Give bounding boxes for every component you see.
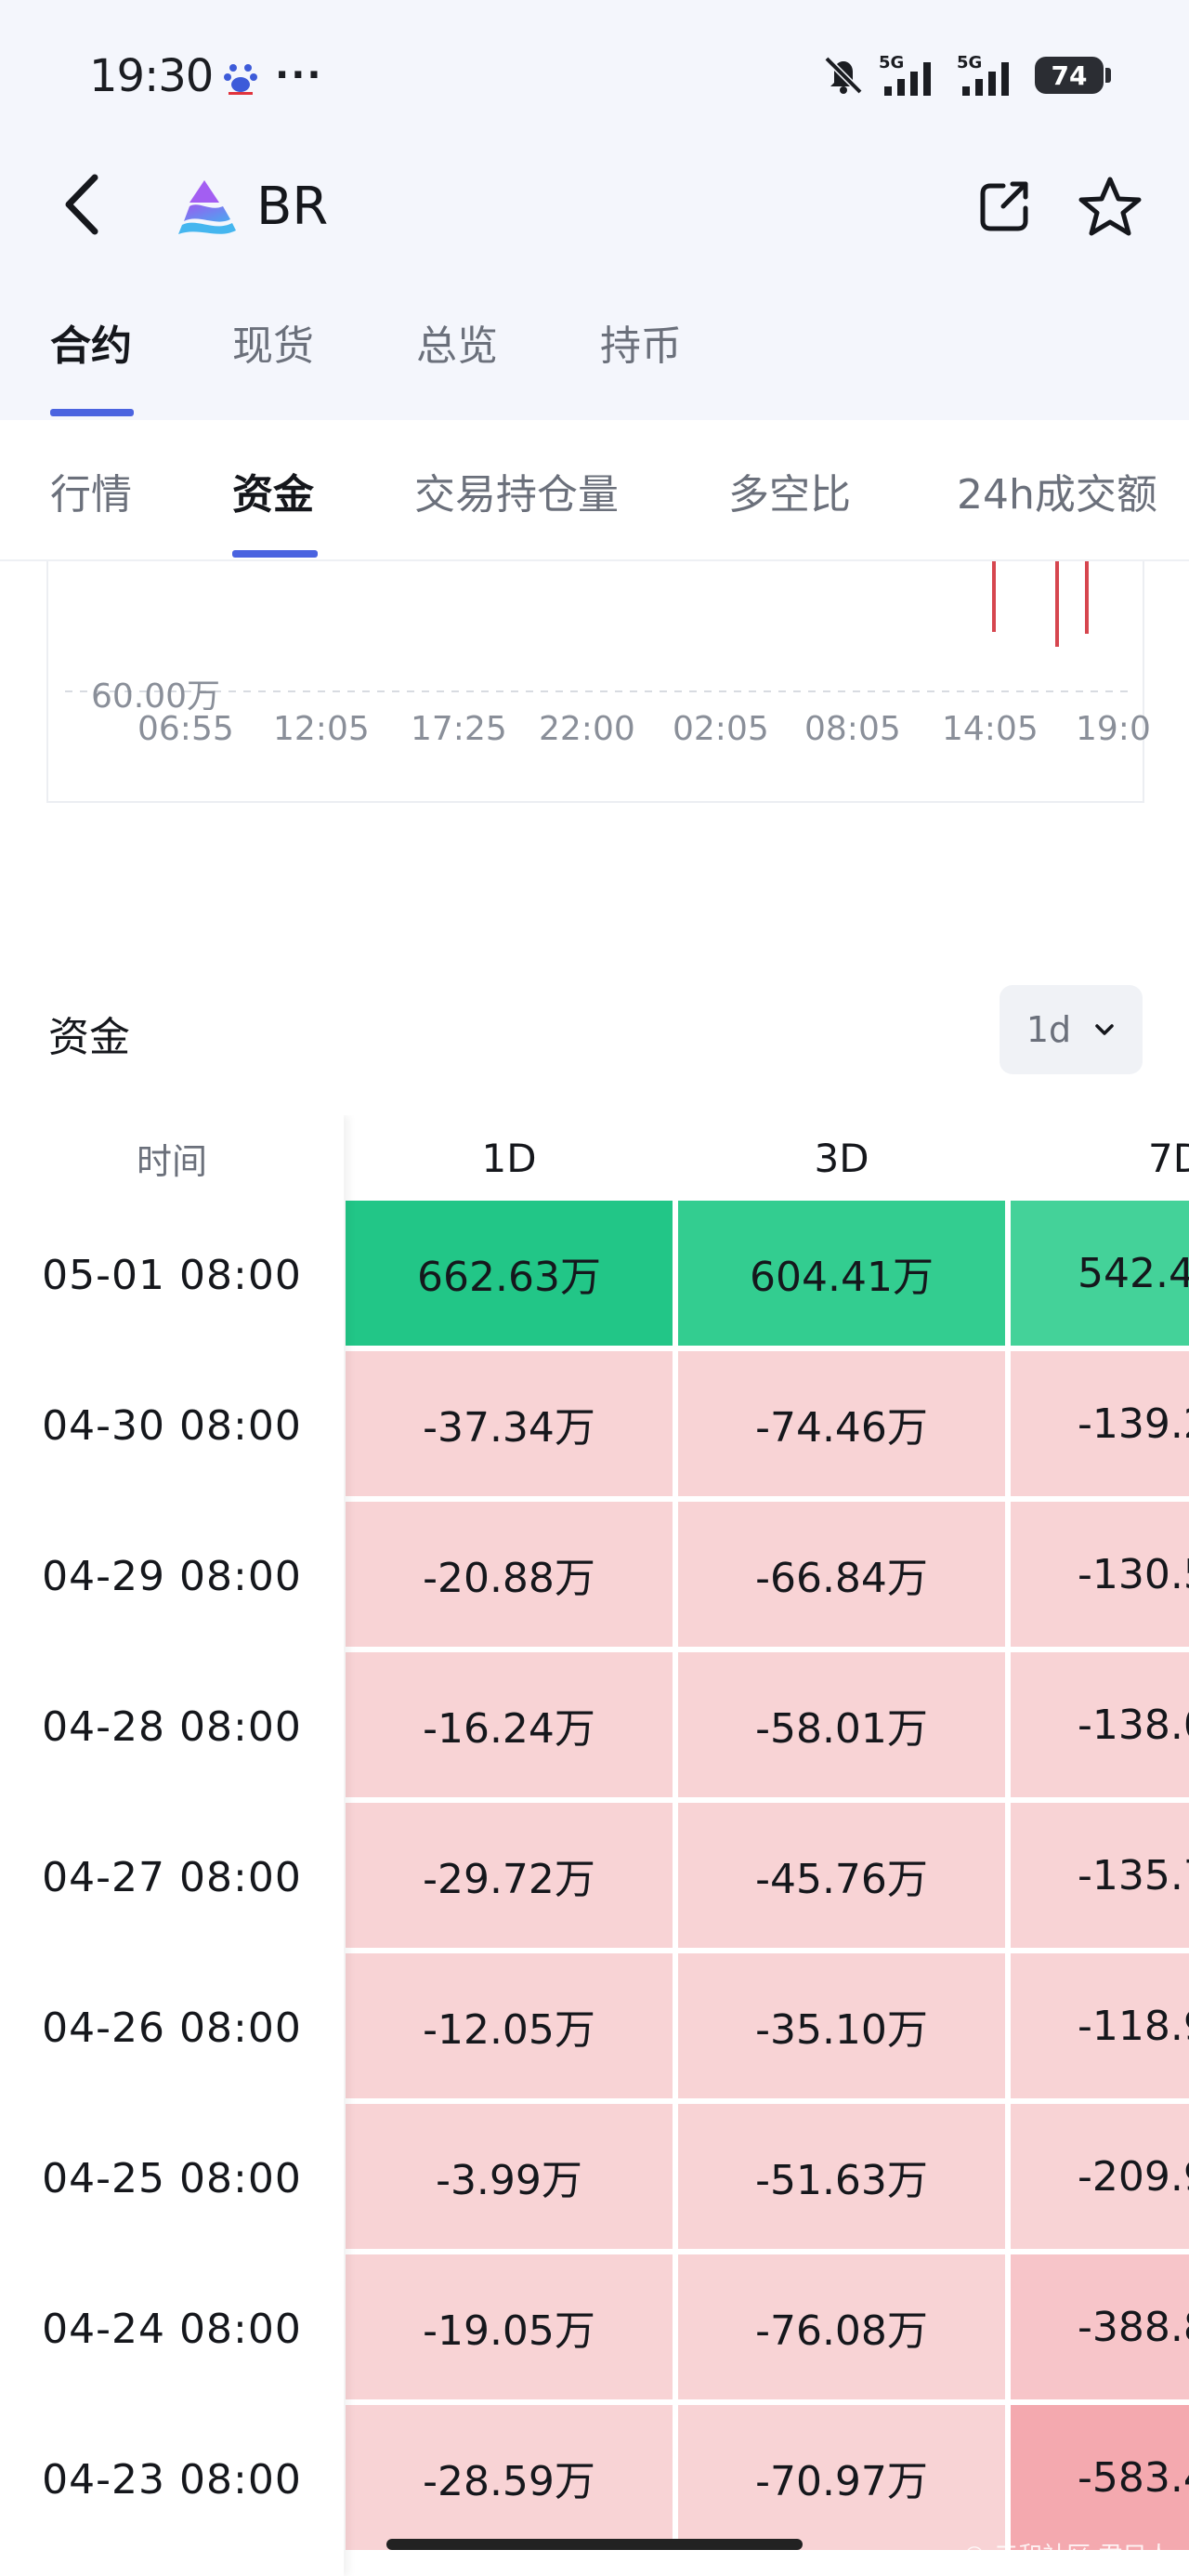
- table-cell: -3.99万: [346, 2104, 673, 2249]
- column-header-3d: 3D: [814, 1135, 869, 1181]
- chart-x-label: 12:05: [273, 710, 370, 748]
- tab-open-interest[interactable]: 交易持仓量: [414, 461, 619, 520]
- status-icons: 5G 5G 74: [821, 52, 1111, 99]
- table-cell: -19.05万: [346, 2254, 673, 2399]
- table-cell: -35.10万: [678, 1953, 1005, 2098]
- table-cell: -74.46万: [678, 1351, 1005, 1496]
- chart-x-label: 19:0: [1076, 710, 1151, 748]
- chevron-down-icon: [1095, 1024, 1114, 1035]
- table-cell: -66.84万: [678, 1502, 1005, 1647]
- watermark: © 三和社区·君只人: [962, 2543, 1171, 2570]
- tab-long-short-ratio[interactable]: 多空比: [728, 461, 851, 520]
- row-time: 05-01 08:00: [42, 1251, 302, 1299]
- table-cell: 604.41万: [678, 1201, 1005, 1346]
- funds-chart: 60.00万 06:55 12:05 17:25 22:00 02:05 08:…: [46, 561, 1151, 803]
- tab-market[interactable]: 行情: [50, 461, 132, 520]
- network-label-2: 5G: [957, 53, 982, 72]
- tab-24h-volume[interactable]: 24h成交额: [957, 461, 1157, 520]
- time-column: 时间 05-01 08:00 04-30 08:00 04-29 08:00 04-2…: [0, 1115, 344, 2576]
- table-cell: -209.9: [1011, 2104, 1189, 2249]
- table-cell: -130.5: [1011, 1502, 1189, 1647]
- chart-x-label: 08:05: [804, 710, 901, 748]
- secondary-tab-indicator: [232, 550, 318, 558]
- star-icon: [1078, 177, 1142, 236]
- battery-tip: [1105, 68, 1111, 83]
- battery-level: 74: [1051, 59, 1088, 91]
- row-time: 04-24 08:00: [42, 2305, 302, 2353]
- period-value: 1d: [1026, 1009, 1072, 1050]
- table-cell: -28.59万: [346, 2405, 673, 2550]
- table-cell: -12.05万: [346, 1953, 673, 2098]
- table-cell: -118.9: [1011, 1953, 1189, 2098]
- table-cell: -583.4: [1011, 2405, 1189, 2550]
- primary-tabs: 合约 现货 总览 持币: [0, 312, 1189, 420]
- tab-overview[interactable]: 总览: [416, 312, 498, 372]
- status-more-icon: ···: [275, 54, 323, 97]
- signal-5g-icon-2: 5G: [957, 53, 1009, 96]
- row-time: 04-26 08:00: [42, 2004, 302, 2052]
- table-cell: -139.2: [1011, 1351, 1189, 1496]
- row-time: 04-23 08:00: [42, 2455, 302, 2504]
- table-cell: -45.76万: [678, 1803, 1005, 1948]
- silent-icon: [824, 56, 863, 95]
- column-header-time: 时间: [136, 1140, 207, 1182]
- table-cell: -20.88万: [346, 1502, 673, 1647]
- table-cell: 542.4: [1011, 1201, 1189, 1346]
- funds-table: 时间 05-01 08:00 04-30 08:00 04-29 08:00 04-2…: [0, 1115, 1189, 2576]
- tab-contract[interactable]: 合约: [50, 312, 132, 372]
- chart-x-label: 17:25: [411, 710, 507, 748]
- column-header-7d: 7D: [1148, 1135, 1189, 1181]
- coin-logo-icon: [178, 180, 236, 234]
- battery-icon: 74: [1035, 57, 1104, 94]
- table-cell: -29.72万: [346, 1803, 673, 1948]
- table-cell: -70.97万: [678, 2405, 1005, 2550]
- table-cell: -51.63万: [678, 2104, 1005, 2249]
- row-time: 04-28 08:00: [42, 1702, 302, 1751]
- chevron-left-icon: [65, 174, 98, 235]
- chart-x-label: 02:05: [673, 710, 769, 748]
- table-cell: 662.63万: [346, 1201, 673, 1346]
- table-cell: -16.24万: [346, 1652, 673, 1797]
- share-icon: [980, 181, 1028, 231]
- signal-5g-icon-1: 5G: [879, 53, 931, 96]
- share-button[interactable]: [975, 177, 1035, 236]
- row-time: 04-29 08:00: [42, 1552, 302, 1600]
- row-time: 04-25 08:00: [42, 2154, 302, 2202]
- table-cell: -138.0: [1011, 1652, 1189, 1797]
- table-cell: -58.01万: [678, 1652, 1005, 1797]
- tab-spot[interactable]: 现货: [232, 312, 314, 372]
- table-cell: -388.8: [1011, 2254, 1189, 2399]
- chart-x-label: 22:00: [539, 710, 635, 748]
- status-time: 19:30: [89, 50, 214, 102]
- network-label-1: 5G: [879, 53, 904, 72]
- chart-x-label: 06:55: [137, 710, 234, 748]
- period-dropdown[interactable]: 1d: [1000, 985, 1143, 1074]
- row-time: 04-30 08:00: [42, 1401, 302, 1450]
- table-cell: -37.34万: [346, 1351, 673, 1496]
- secondary-tabs: 行情 资金 交易持仓量 多空比 24h成交额: [0, 420, 1189, 561]
- tab-holdings[interactable]: 持币: [600, 312, 682, 372]
- section-title: 资金: [48, 1014, 130, 1061]
- column-header-1d: 1D: [481, 1135, 537, 1181]
- chart-x-label: 14:05: [942, 710, 1039, 748]
- coin-name: BR: [256, 177, 329, 237]
- primary-tab-indicator: [50, 409, 134, 416]
- baidu-icon: [224, 64, 257, 95]
- tab-funds[interactable]: 资金: [232, 461, 314, 520]
- favorite-button[interactable]: [1078, 175, 1143, 240]
- back-button[interactable]: [54, 167, 110, 242]
- table-cell: -135.7: [1011, 1803, 1189, 1948]
- home-indicator[interactable]: [386, 2539, 803, 2550]
- row-time: 04-27 08:00: [42, 1853, 302, 1901]
- table-cell: -76.08万: [678, 2254, 1005, 2399]
